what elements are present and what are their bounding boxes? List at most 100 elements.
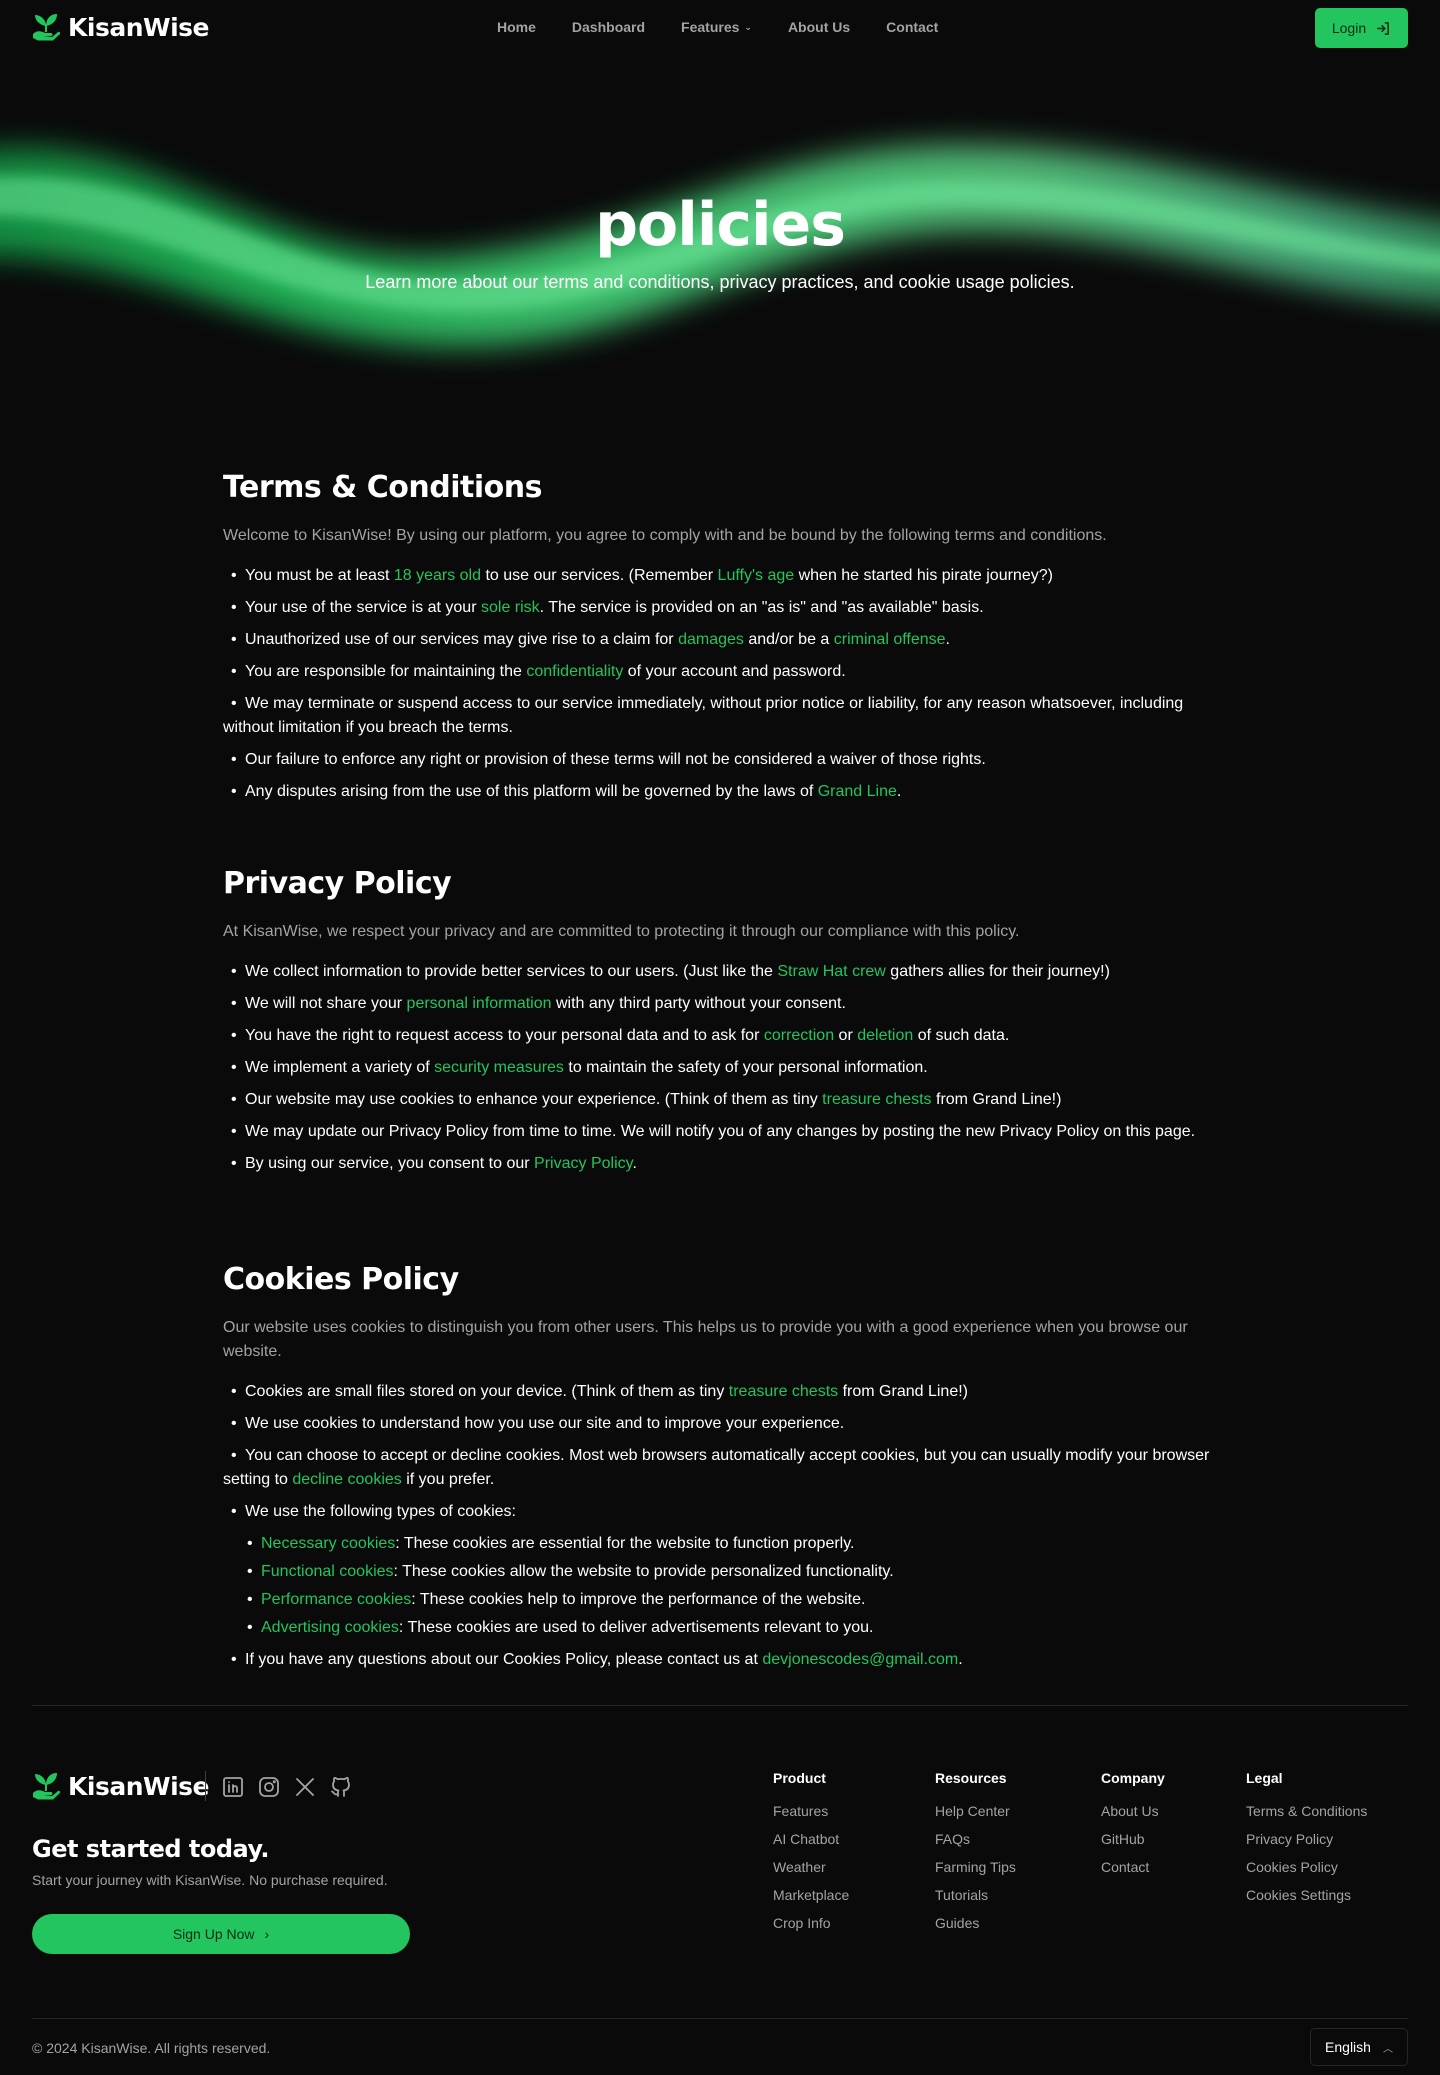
chevron-up-icon: ︿: [1382, 2043, 1393, 2055]
privacy-list: • We collect information to provide bette…: [223, 960, 1223, 1176]
footer-link-tutorials[interactable]: Tutorials: [935, 1887, 1016, 1904]
cookie-type-item: • Performance cookies: These cookies help…: [247, 1591, 866, 1608]
top-navbar: KisanWise Home Dashboard Features ⌄ About…: [0, 0, 1440, 56]
linkedin-icon[interactable]: [221, 1775, 245, 1799]
footer-column-title: Legal: [1246, 1770, 1283, 1786]
footer-link-farming-tips[interactable]: Farming Tips: [935, 1859, 1016, 1876]
login-icon: [1377, 21, 1390, 35]
footer-link-marketplace[interactable]: Marketplace: [773, 1887, 849, 1904]
nav-dashboard-label: Dashboard: [571, 19, 646, 35]
cookie-type-item: • Advertising cookies: These cookies are …: [247, 1619, 874, 1636]
footer-brand-logo[interactable]: KisanWise: [32, 1771, 209, 1801]
list-item: • You have the right to request access to…: [231, 1027, 1010, 1044]
cookie-type-item: • Functional cookies: These cookies allow…: [247, 1563, 894, 1580]
footer-link-cookies-policy[interactable]: Cookies Policy: [1246, 1859, 1367, 1876]
nav-contact-label: Contact: [886, 19, 939, 35]
cookie-types-list: • Necessary cookies: These cookies are es…: [223, 1532, 1223, 1640]
list-item: • You must be at least 18 years old to us…: [231, 567, 1053, 584]
nav-home-label: Home: [497, 19, 536, 35]
privacy-section: Privacy Policy At KisanWise, we respect …: [223, 866, 1223, 1184]
sprout-hand-icon: [33, 1773, 60, 1800]
footer-link-terms[interactable]: Terms & Conditions: [1246, 1803, 1367, 1820]
social-links: [221, 1775, 353, 1799]
nav-home[interactable]: Home: [497, 19, 536, 35]
footer-link-privacy-policy[interactable]: Privacy Policy: [1246, 1831, 1367, 1848]
footer-link-contact[interactable]: Contact: [1101, 1859, 1165, 1876]
language-selector[interactable]: English ︿: [1310, 2028, 1408, 2066]
footer-link-crop-info[interactable]: Crop Info: [773, 1915, 849, 1932]
footer-column-title: Company: [1101, 1770, 1165, 1786]
cta-title: Get started today.: [32, 1835, 270, 1863]
cookie-type-item: • Necessary cookies: These cookies are es…: [247, 1535, 855, 1552]
footer-column-company: Company About Us GitHub Contact: [1101, 1770, 1165, 1887]
list-item: • We may update our Privacy Policy from t…: [231, 1123, 1196, 1140]
list-item: • We use the following types of cookies: …: [223, 1500, 1223, 1640]
list-item: • We implement a variety of security meas…: [231, 1059, 928, 1076]
list-item: • We use cookies to understand how you us…: [231, 1415, 845, 1432]
footer-brand-name: KisanWise: [68, 1771, 209, 1801]
list-item: • You are responsible for maintaining the…: [231, 663, 846, 680]
list-item: • Unauthorized use of our services may gi…: [231, 631, 950, 648]
login-label: Login: [1331, 20, 1367, 36]
footer-link-github[interactable]: GitHub: [1101, 1831, 1165, 1848]
footer-link-features[interactable]: Features: [773, 1803, 849, 1820]
list-item: • We may terminate or suspend access to o…: [223, 695, 1184, 736]
list-item: • Your use of the service is at your sole…: [231, 599, 984, 616]
footer-link-help-center[interactable]: Help Center: [935, 1803, 1016, 1820]
terms-heading: Terms & Conditions: [223, 470, 542, 505]
brand-logo[interactable]: KisanWise: [32, 12, 209, 42]
nav-contact[interactable]: Contact: [886, 19, 938, 35]
instagram-icon[interactable]: [257, 1775, 281, 1799]
github-icon[interactable]: [329, 1775, 353, 1799]
nav-about-label: About Us: [787, 19, 851, 35]
chevron-down-icon: ⌄: [744, 21, 752, 32]
cookies-list: • Cookies are small files stored on your …: [223, 1380, 1223, 1672]
page-title: policies: [595, 190, 846, 260]
nav-about[interactable]: About Us: [788, 19, 850, 35]
footer-column-legal: Legal Terms & Conditions Privacy Policy …: [1246, 1770, 1367, 1915]
footer-column-title: Resources: [935, 1770, 1007, 1786]
hero-section: policies Learn more about our terms and …: [0, 56, 1440, 426]
bottom-divider: [32, 2018, 1408, 2019]
sign-up-button[interactable]: Sign Up Now ›: [32, 1914, 410, 1954]
list-item: • By using our service, you consent to ou…: [231, 1155, 637, 1172]
privacy-heading: Privacy Policy: [223, 866, 452, 901]
x-icon[interactable]: [293, 1775, 317, 1799]
footer-link-weather[interactable]: Weather: [773, 1859, 849, 1876]
list-item: • You can choose to accept or decline coo…: [223, 1447, 1210, 1488]
footer-column-resources: Resources Help Center FAQs Farming Tips …: [935, 1770, 1016, 1943]
terms-list: • You must be at least 18 years old to us…: [223, 564, 1223, 804]
cookies-heading: Cookies Policy: [223, 1262, 459, 1297]
privacy-intro: At KisanWise, we respect your privacy an…: [223, 923, 1020, 940]
footer-link-ai-chatbot[interactable]: AI Chatbot: [773, 1831, 849, 1848]
footer-link-about-us[interactable]: About Us: [1101, 1803, 1165, 1820]
footer-column-title: Product: [773, 1770, 826, 1786]
page-subtitle: Learn more about our terms and condition…: [365, 272, 1075, 292]
brand-separator: [205, 1771, 206, 1801]
list-item: • We collect information to provide bette…: [231, 963, 1110, 980]
footer-link-guides[interactable]: Guides: [935, 1915, 1016, 1932]
sprout-hand-icon: [33, 14, 60, 41]
language-label: English: [1325, 2039, 1371, 2055]
cta-subtitle: Start your journey with KisanWise. No pu…: [32, 1872, 388, 1888]
brand-name: KisanWise: [68, 12, 209, 42]
list-item: • Any disputes arising from the use of th…: [231, 783, 902, 800]
list-item: • We will not share your personal informa…: [231, 995, 846, 1012]
privacy-policy-link[interactable]: Privacy Policy: [534, 1155, 632, 1172]
contact-email-link[interactable]: devjonescodes@gmail.com: [762, 1651, 958, 1668]
list-item: • If you have any questions about our Coo…: [231, 1651, 963, 1668]
main-menu: Home Dashboard Features ⌄ About Us Contac…: [497, 19, 974, 35]
nav-dashboard[interactable]: Dashboard: [572, 19, 645, 35]
terms-section: Terms & Conditions Welcome to KisanWise!…: [223, 470, 1223, 812]
footer-link-faqs[interactable]: FAQs: [935, 1831, 1016, 1848]
nav-features[interactable]: Features ⌄: [681, 19, 752, 35]
footer-column-product: Product Features AI Chatbot Weather Mark…: [773, 1770, 849, 1943]
cookies-intro: Our website uses cookies to distinguish …: [223, 1319, 1188, 1360]
list-item: • Our failure to enforce any right or pro…: [231, 751, 986, 768]
footer-link-cookies-settings[interactable]: Cookies Settings: [1246, 1887, 1367, 1904]
footer-divider: [32, 1705, 1408, 1706]
login-button[interactable]: Login: [1315, 8, 1408, 48]
list-item: • Cookies are small files stored on your …: [231, 1383, 968, 1400]
copyright-text: © 2024 KisanWise. All rights reserved.: [32, 2040, 271, 2056]
list-item: • Our website may use cookies to enhance …: [231, 1091, 1062, 1108]
